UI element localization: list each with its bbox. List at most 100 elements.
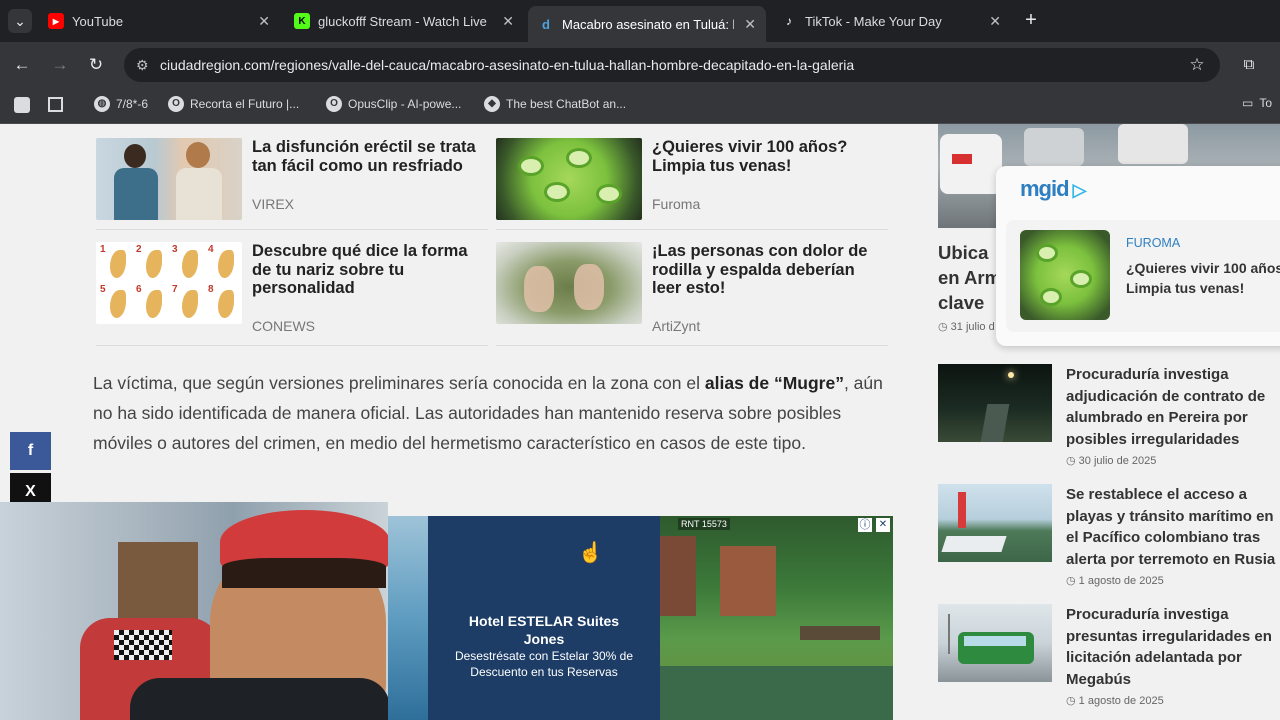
recommendation-title[interactable]: ¡Las personas con dolor de rodilla y esp… xyxy=(652,242,888,298)
nose-shape xyxy=(218,290,234,318)
recommendation-source: VIREX xyxy=(252,196,295,212)
recommendation-title[interactable]: ¿Quieres vivir 100 años? Limpia tus vena… xyxy=(652,138,888,175)
ad-text-panel[interactable]: Hotel ESTELAR Suites Jones Desestrésate … xyxy=(428,516,660,720)
tab-kick[interactable]: K gluckofff Stream - Watch Live o ✕ xyxy=(294,8,514,34)
site-info-icon[interactable]: ⚙ xyxy=(136,48,149,82)
nose-shape xyxy=(182,290,198,318)
forward-button[interactable]: → xyxy=(49,54,71,76)
mgid-logo: mgid ▷ xyxy=(1020,176,1086,202)
nose-cell: 1 xyxy=(100,244,134,282)
nose-number: 3 xyxy=(172,244,178,255)
close-icon[interactable]: ✕ xyxy=(989,13,1001,30)
opus-icon: O xyxy=(168,96,184,112)
bookmark-label: The best ChatBot an... xyxy=(506,97,627,111)
tab-tiktok[interactable]: ♪ TikTok - Make Your Day ✕ xyxy=(781,8,1001,34)
recommendation-card[interactable]: 1 2 3 4 5 6 7 8 Descubre qué dice la forma de t… xyxy=(96,228,488,346)
tab-search-button[interactable]: ⌄ xyxy=(8,9,32,33)
ad-title[interactable]: Hotel ESTELAR Suites Jones xyxy=(448,612,640,648)
sidebar-story-title[interactable]: Se restablece el acceso a playas y tráns… xyxy=(1066,484,1280,570)
bookmark-label: OpusClip - AI-powe... xyxy=(348,97,462,111)
beach-lighthouse-image xyxy=(938,484,1052,562)
bookmark-3[interactable]: O OpusClip - AI-powe... xyxy=(326,96,461,112)
nose-cell: 4 xyxy=(208,244,242,282)
clock-icon: ◷ xyxy=(1066,695,1076,707)
extensions-icon[interactable]: ⧉ xyxy=(1238,54,1260,76)
mgid-title[interactable]: ¿Quieres vivir 100 años? Limpia tus vena… xyxy=(1126,258,1280,298)
x-icon: X xyxy=(25,483,36,500)
ad-close-icon[interactable]: ✕ xyxy=(876,518,890,532)
nose-number: 1 xyxy=(100,244,106,255)
reload-button[interactable]: ↻ xyxy=(85,54,107,76)
youtube-icon: ▶ xyxy=(48,13,64,29)
tab-title: gluckofff Stream - Watch Live o xyxy=(318,13,490,29)
clock-icon: ◷ xyxy=(1066,575,1076,587)
sidebar-story-title[interactable]: Procuraduría investiga adjudicación de c… xyxy=(1066,364,1280,450)
paragraph-bold: alias de “Mugre” xyxy=(704,373,844,393)
bookmark-4[interactable]: ◆ The best ChatBot an... xyxy=(484,96,626,112)
title-line: Ubica xyxy=(938,242,989,263)
bookmark-folder[interactable]: ▭ To xyxy=(1242,96,1272,110)
bookmark-star-icon[interactable]: ☆ xyxy=(1186,54,1208,76)
nose-shapes-image: 1 2 3 4 5 6 7 8 xyxy=(96,242,242,324)
mouse-cursor-icon: ☝ xyxy=(578,542,603,564)
recommendation-card[interactable]: ¿Quieres vivir 100 años? Limpia tus vena… xyxy=(496,124,888,230)
tab-groups-icon[interactable] xyxy=(48,97,63,112)
mgid-card[interactable]: FUROMA ¿Quieres vivir 100 años? Limpia t… xyxy=(1006,220,1280,332)
bus-image xyxy=(938,604,1052,682)
facebook-share-button[interactable]: f xyxy=(10,432,51,470)
bookmark-1[interactable]: ◍ 7/8*-6 xyxy=(94,96,148,112)
bookmarks-bar: ◍ 7/8*-6 O Recorta el Futuro |... O OpusCli… xyxy=(0,88,1280,124)
bookmark-2[interactable]: O Recorta el Futuro |... xyxy=(168,96,299,112)
sidebar-top-date: ◷ 31 julio d xyxy=(938,320,995,333)
hotel-ad[interactable]: Hotel ESTELAR Suites Jones Desestrésate … xyxy=(388,516,893,720)
nose-shape xyxy=(218,250,234,278)
checkered-patch xyxy=(114,630,172,660)
recommendation-card[interactable]: ¡Las personas con dolor de rodilla y esp… xyxy=(496,228,888,346)
webcam-overlay xyxy=(0,502,388,720)
article-paragraph: La víctima, que según versiones prelimin… xyxy=(93,368,893,458)
opus-icon: O xyxy=(326,96,342,112)
title-line: en Arm xyxy=(938,267,1002,288)
recommendation-source: ArtiZynt xyxy=(652,318,701,334)
tab-title: YouTube xyxy=(72,13,124,29)
nose-shape xyxy=(110,290,126,318)
nose-number: 4 xyxy=(208,244,214,255)
close-icon[interactable]: ✕ xyxy=(502,13,514,30)
clock-icon: ◷ xyxy=(938,321,948,333)
tab-article-active[interactable]: d Macabro asesinato en Tuluá: ha ✕ xyxy=(528,6,766,42)
sidebar-story-date: ◷ 1 agosto de 2025 xyxy=(1066,694,1164,707)
cucumber-bowl-image xyxy=(1020,230,1110,320)
recommendation-title[interactable]: La disfunción eréctil se trata tan fácil… xyxy=(252,138,488,175)
ad-info-icon[interactable]: ⓘ xyxy=(858,518,872,532)
sidebar-top-title[interactable]: Ubica en Arm clave xyxy=(938,240,1001,315)
nose-cell: 7 xyxy=(172,284,206,322)
new-tab-button[interactable]: + xyxy=(1020,10,1042,32)
recommendation-title[interactable]: Descubre qué dice la forma de tu nariz s… xyxy=(252,242,488,298)
recommendation-source: CONEWS xyxy=(252,318,315,334)
nose-cell: 8 xyxy=(208,284,242,322)
couple-image xyxy=(96,138,242,220)
close-icon[interactable]: ✕ xyxy=(744,16,756,33)
tab-strip: ⌄ ▶ YouTube ✕ K gluckofff Stream - Watch… xyxy=(0,0,1280,42)
nose-number: 7 xyxy=(172,284,178,295)
recommendation-card[interactable]: La disfunción eréctil se trata tan fácil… xyxy=(96,124,488,230)
tab-title: Macabro asesinato en Tuluá: ha xyxy=(562,16,734,32)
date-text: 31 julio d xyxy=(950,321,995,333)
nose-grid: 1 2 3 4 5 6 7 8 xyxy=(96,242,242,324)
sidebar-story-title[interactable]: Procuraduría investiga presuntas irregul… xyxy=(1066,604,1280,690)
nose-number: 6 xyxy=(136,284,142,295)
apps-icon[interactable] xyxy=(14,97,30,113)
bookmark-label: 7/8*-6 xyxy=(116,97,149,111)
hotel-garden-image xyxy=(660,516,893,720)
mgid-widget[interactable]: mgid ▷ FUROMA ¿Quieres vivir 100 años? Li… xyxy=(996,166,1280,346)
facebook-icon: f xyxy=(27,442,34,459)
paragraph-text: La víctima, que según versiones prelimin… xyxy=(93,373,705,393)
address-bar[interactable]: ⚙ ciudadregion.com/regiones/valle-del-ca… xyxy=(124,48,1220,82)
clock-icon: ◷ xyxy=(1066,455,1076,467)
globe-icon: ◍ xyxy=(94,96,110,112)
bookmark-label: Recorta el Futuro |... xyxy=(190,97,300,111)
divider xyxy=(496,345,888,346)
tab-youtube[interactable]: ▶ YouTube ✕ xyxy=(48,8,270,34)
back-button[interactable]: ← xyxy=(11,54,33,76)
close-icon[interactable]: ✕ xyxy=(258,13,270,30)
